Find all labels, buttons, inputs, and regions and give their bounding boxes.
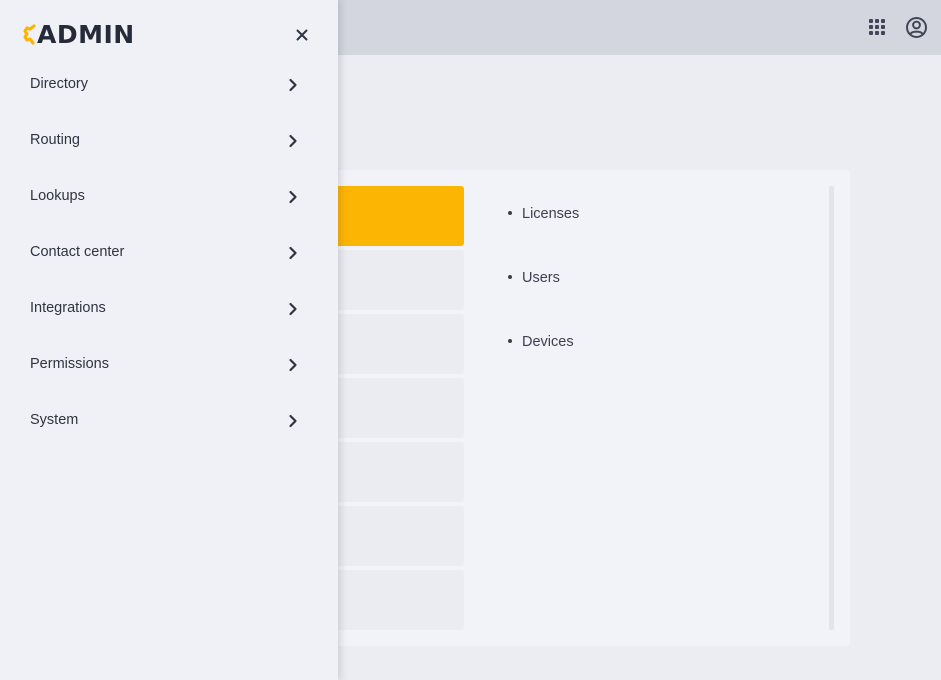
- close-icon[interactable]: [293, 26, 311, 44]
- sidebar-item-directory[interactable]: Directory: [0, 57, 338, 113]
- sidebar-item-label: Permissions: [30, 356, 109, 372]
- sidebar-item-label: Directory: [30, 76, 89, 92]
- link-label: Users: [522, 270, 560, 286]
- sidebar-item-label: Integrations: [30, 300, 106, 316]
- sidebar-item-contact-center[interactable]: Contact center: [0, 225, 338, 281]
- link-users[interactable]: Users: [508, 270, 560, 286]
- chevron-right-icon: [287, 134, 299, 148]
- user-account-icon[interactable]: [905, 16, 928, 39]
- bullet: [508, 339, 512, 344]
- chevron-right-icon: [287, 358, 299, 372]
- bullet: [508, 211, 512, 216]
- link-label: Devices: [522, 334, 574, 350]
- chevron-right-icon: [287, 302, 299, 316]
- bullet: [508, 275, 512, 280]
- apps-grid-icon[interactable]: [866, 16, 888, 38]
- logo-text: ADMIN: [37, 20, 135, 49]
- chevron-right-icon: [287, 78, 299, 92]
- sidebar-item-label: System: [30, 412, 79, 428]
- scrollbar[interactable]: [829, 186, 834, 630]
- gear-logo-icon: [22, 23, 38, 47]
- link-label: Licenses: [522, 206, 580, 222]
- sidebar-item-label: Contact center: [30, 244, 125, 260]
- link-licenses[interactable]: Licenses: [508, 206, 579, 222]
- sidebar-item-label: Routing: [30, 132, 80, 148]
- sidebar-item-permissions[interactable]: Permissions: [0, 337, 338, 393]
- chevron-right-icon: [287, 414, 299, 428]
- chevron-right-icon: [287, 246, 299, 260]
- sidebar-item-system[interactable]: System: [0, 393, 338, 449]
- chevron-right-icon: [287, 190, 299, 204]
- sidebar-item-routing[interactable]: Routing: [0, 113, 338, 169]
- sidebar-item-lookups[interactable]: Lookups: [0, 169, 338, 225]
- app-logo[interactable]: ADMIN: [22, 21, 135, 49]
- sidebar-item-label: Lookups: [30, 188, 85, 204]
- link-devices[interactable]: Devices: [508, 334, 574, 350]
- sidebar-item-integrations[interactable]: Integrations: [0, 281, 338, 337]
- sidebar: ADMIN Directory Routing Lookups Contact …: [0, 0, 338, 680]
